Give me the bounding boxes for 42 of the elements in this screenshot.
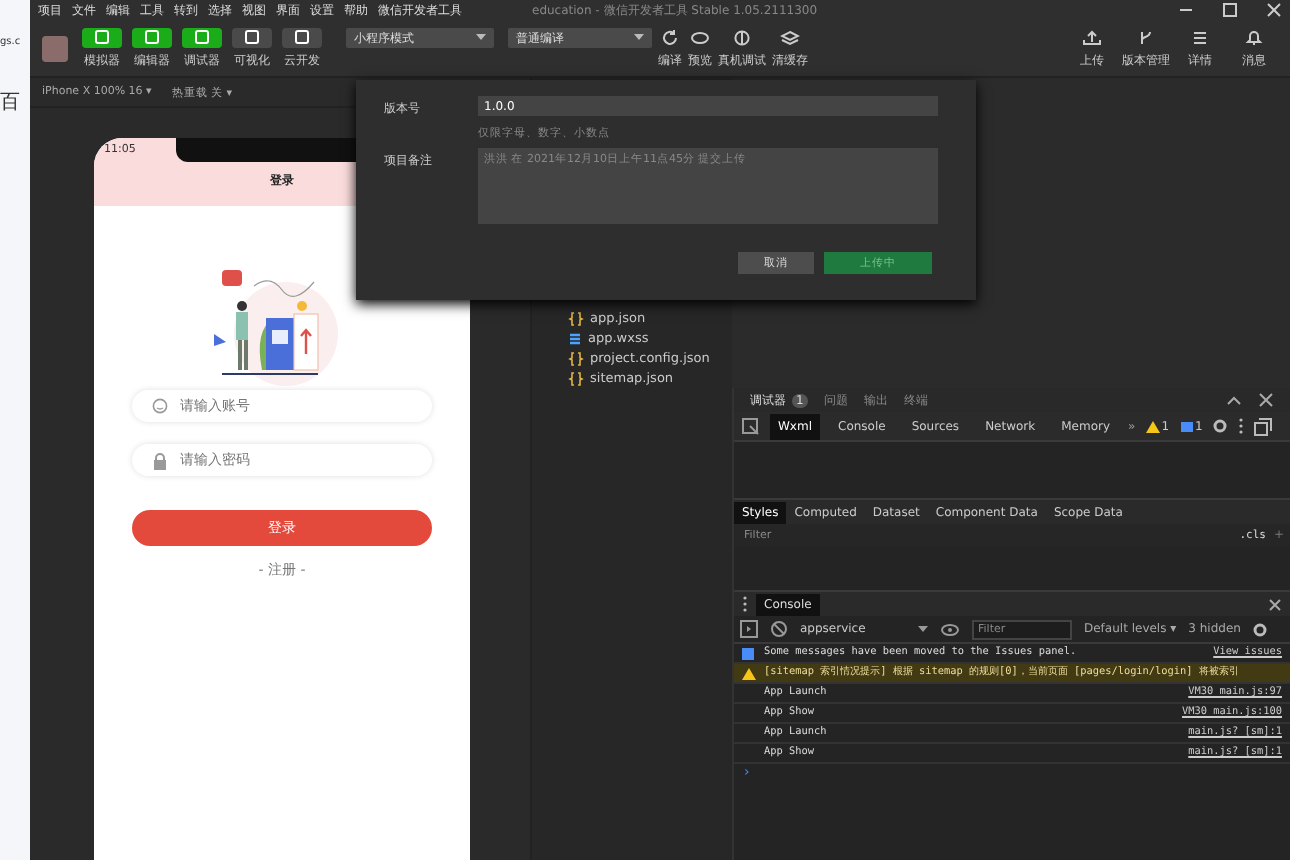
caret-icon (476, 34, 486, 42)
braces-icon (568, 371, 584, 385)
inspect-icon[interactable] (742, 417, 760, 435)
settings-icon[interactable] (1212, 418, 1229, 434)
settings-icon[interactable] (1252, 621, 1269, 637)
undock-icon[interactable] (1254, 417, 1273, 435)
caret-icon (918, 625, 928, 633)
warning-icon (742, 667, 756, 679)
layers-icon (780, 30, 800, 46)
collapse-icon[interactable] (1226, 392, 1242, 408)
menu-icon (1190, 30, 1210, 46)
close-icon[interactable] (1266, 2, 1282, 18)
stylesheet-icon (568, 331, 582, 345)
close-icon[interactable] (1268, 597, 1282, 611)
lock-icon (152, 452, 168, 470)
kebab-menu-icon[interactable] (742, 596, 748, 612)
toggle-icon (194, 30, 210, 44)
toggle-icon (294, 30, 310, 44)
kebab-menu-icon[interactable] (1238, 418, 1245, 434)
bookmark-item[interactable]: 百 (0, 88, 20, 116)
close-icon[interactable] (1258, 392, 1274, 408)
message-icon (1179, 419, 1194, 433)
info-icon (742, 647, 756, 659)
eye-icon[interactable] (940, 621, 960, 637)
refresh-icon (660, 30, 680, 46)
eye-icon (690, 30, 710, 46)
branch-icon (1136, 30, 1156, 46)
clear-console-icon[interactable] (770, 620, 788, 638)
bell-icon (1244, 30, 1264, 46)
toggle-icon (244, 30, 260, 44)
caret-icon (634, 34, 644, 42)
user-icon (152, 398, 168, 414)
upload-icon (1082, 30, 1102, 46)
maximize-icon[interactable] (1222, 2, 1238, 18)
braces-icon (568, 351, 584, 365)
warning-icon (1145, 419, 1160, 433)
toggle-icon (94, 30, 110, 44)
sidebar-toggle-icon[interactable] (740, 620, 758, 638)
braces-icon (568, 311, 584, 325)
toggle-icon (144, 30, 160, 44)
debug-icon (732, 30, 752, 46)
avatar[interactable] (42, 35, 68, 61)
